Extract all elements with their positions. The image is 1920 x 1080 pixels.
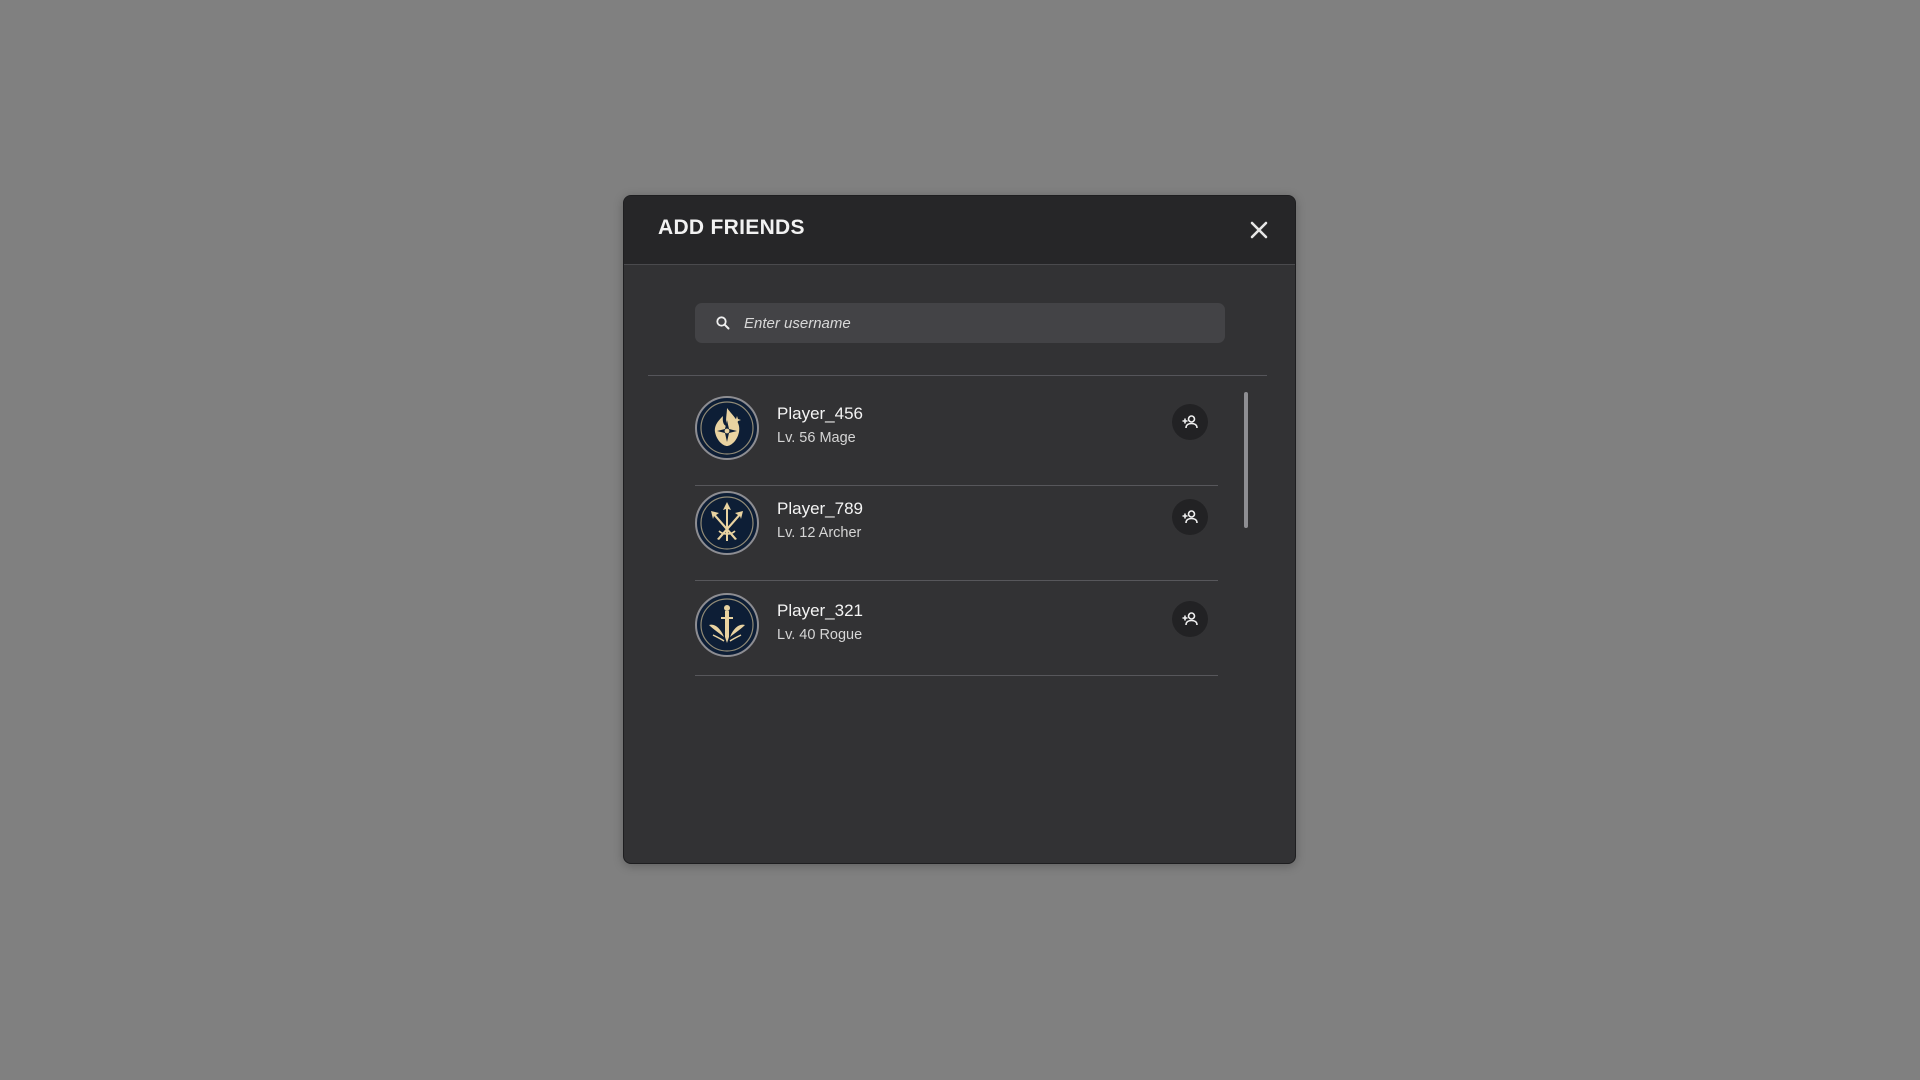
player-level-class: Lv. 40 Rogue bbox=[777, 627, 863, 643]
player-name: Player_321 bbox=[777, 601, 864, 620]
dialog-title: ADD FRIENDS bbox=[658, 216, 805, 239]
player-name: Player_456 bbox=[777, 404, 864, 423]
scrollbar-thumb[interactable] bbox=[1244, 392, 1248, 528]
add-friends-dialog: ADD FRIENDS Pl bbox=[623, 195, 1296, 864]
player-list: Player_456 Lv. 56 Mage Player_789 Lv. 12… bbox=[695, 396, 1218, 676]
search-icon bbox=[716, 316, 730, 330]
player-row: Player_321 Lv. 40 Rogue bbox=[695, 581, 1218, 676]
add-friend-button[interactable] bbox=[1172, 404, 1208, 440]
player-name: Player_789 bbox=[777, 499, 864, 518]
add-friend-button[interactable] bbox=[1172, 601, 1208, 637]
player-avatar bbox=[695, 396, 759, 460]
search-box bbox=[695, 303, 1225, 343]
username-search-input[interactable] bbox=[744, 303, 1204, 343]
rogue-dagger-emblem-icon bbox=[700, 598, 754, 652]
add-friend-icon bbox=[1182, 612, 1198, 626]
dialog-header: ADD FRIENDS bbox=[624, 196, 1295, 265]
player-level-class: Lv. 56 Mage bbox=[777, 430, 856, 446]
mage-flame-emblem-icon bbox=[700, 401, 754, 455]
archer-arrows-emblem-icon bbox=[700, 496, 754, 550]
list-divider bbox=[648, 375, 1267, 376]
add-friend-button[interactable] bbox=[1172, 499, 1208, 535]
add-friend-icon bbox=[1182, 510, 1198, 524]
close-button[interactable] bbox=[1243, 214, 1275, 246]
player-level-class: Lv. 12 Archer bbox=[777, 525, 862, 541]
player-row: Player_789 Lv. 12 Archer bbox=[695, 486, 1218, 581]
add-friend-icon bbox=[1182, 415, 1198, 429]
player-avatar bbox=[695, 491, 759, 555]
player-row: Player_456 Lv. 56 Mage bbox=[695, 396, 1218, 486]
close-icon bbox=[1250, 221, 1268, 239]
player-avatar bbox=[695, 593, 759, 657]
